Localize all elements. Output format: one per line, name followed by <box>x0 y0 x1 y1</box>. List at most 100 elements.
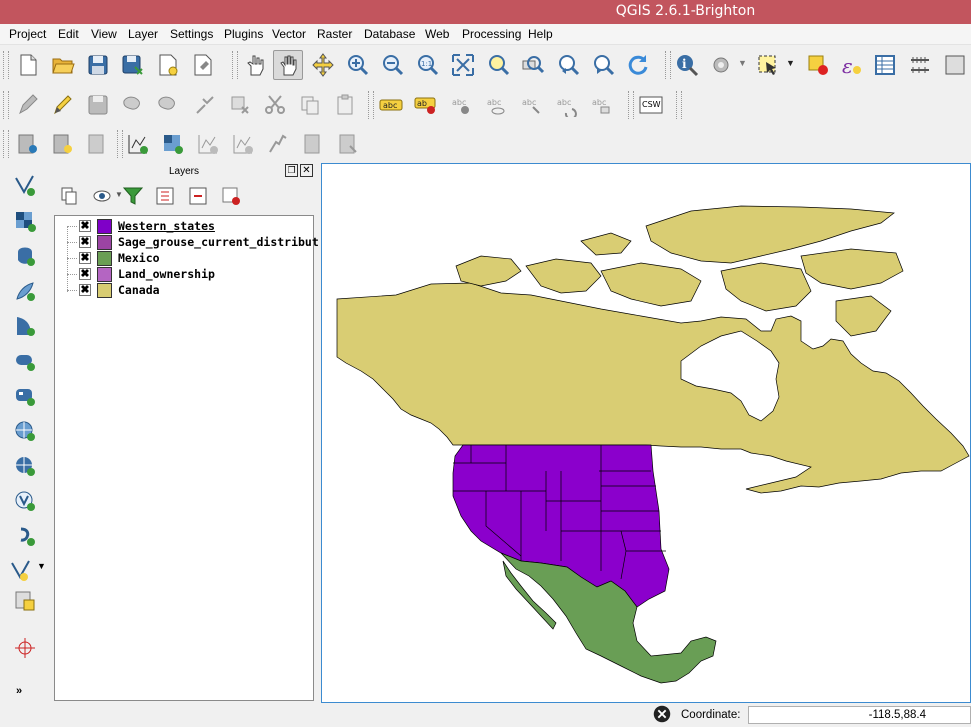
toolbar-grip[interactable] <box>676 91 682 119</box>
toolbar-grip[interactable] <box>117 130 123 158</box>
refresh-icon[interactable] <box>625 52 651 78</box>
zoom-out-icon[interactable] <box>380 52 406 78</box>
layer-visibility-checkbox[interactable]: ✖ <box>79 252 91 264</box>
add-delimited-icon[interactable] <box>265 131 291 157</box>
menu-web[interactable]: Web <box>425 27 449 41</box>
layer-visibility-checkbox[interactable]: ✖ <box>79 284 91 296</box>
float-panel-icon[interactable]: ❐ <box>285 164 298 177</box>
identify-icon[interactable]: i <box>674 52 700 78</box>
add-raster-icon[interactable] <box>160 131 186 157</box>
layer-name[interactable]: Mexico <box>118 251 160 265</box>
menu-help[interactable]: Help <box>528 27 553 41</box>
new-temporary-layer-icon[interactable] <box>12 588 38 614</box>
csw-button[interactable]: CSW <box>638 92 664 118</box>
layer-visibility-checkbox[interactable]: ✖ <box>79 236 91 248</box>
action-dropdown-icon[interactable]: ▼ <box>738 58 747 68</box>
add-wfs-layer-icon[interactable] <box>12 453 38 479</box>
add-wfs-icon[interactable] <box>230 131 256 157</box>
layer-visibility-checkbox[interactable]: ✖ <box>79 268 91 280</box>
field-calculator-icon[interactable]: ε <box>838 52 864 78</box>
menu-settings[interactable]: Settings <box>170 27 213 41</box>
save-project-icon[interactable] <box>85 52 111 78</box>
cut-features-icon[interactable] <box>262 92 288 118</box>
layer-row-canada[interactable]: ✖ Canada <box>55 282 313 298</box>
composer-manager-icon[interactable] <box>190 52 216 78</box>
zoom-actual-size-icon[interactable]: 1:1 <box>415 52 441 78</box>
add-vector-layer-icon[interactable] <box>12 173 38 199</box>
add-wms-icon[interactable] <box>195 131 221 157</box>
new-layer-dropdown-icon[interactable]: ▼ <box>37 561 46 571</box>
layer-name[interactable]: Western_states <box>118 219 215 233</box>
layer-name[interactable]: Canada <box>118 283 160 297</box>
layer-visibility-checkbox[interactable]: ✖ <box>79 220 91 232</box>
menu-vector[interactable]: Vector <box>272 27 306 41</box>
new-spatialite-icon[interactable] <box>50 131 76 157</box>
coordinate-field[interactable]: -118.5,88.4 <box>748 706 971 724</box>
menu-raster[interactable]: Raster <box>317 27 352 41</box>
new-print-composer-icon[interactable] <box>155 52 181 78</box>
add-vector-icon[interactable] <box>125 131 151 157</box>
move-feature-icon[interactable] <box>155 92 181 118</box>
pin-label-icon[interactable]: abc <box>448 92 474 118</box>
menu-plugins[interactable]: Plugins <box>224 27 263 41</box>
save-edits-icon[interactable] <box>85 92 111 118</box>
copy-features-icon[interactable] <box>297 92 323 118</box>
expand-all-icon[interactable] <box>152 183 178 209</box>
add-delimited-text-layer-icon[interactable] <box>12 488 38 514</box>
delete-selected-icon[interactable] <box>227 92 253 118</box>
toggle-editing-icon[interactable] <box>50 92 76 118</box>
menu-database[interactable]: Database <box>364 27 415 41</box>
add-mssql-layer-icon[interactable] <box>12 313 38 339</box>
add-virtual-layer-icon[interactable] <box>12 523 38 549</box>
coordinate-toggle-icon[interactable] <box>651 703 673 725</box>
zoom-last-icon[interactable] <box>555 52 581 78</box>
rotate-label-icon[interactable]: abc <box>553 92 579 118</box>
attribute-table-icon[interactable] <box>872 52 898 78</box>
menu-project[interactable]: Project <box>9 27 46 41</box>
layer-name[interactable]: Land_ownership <box>118 267 215 281</box>
add-wcs-layer-icon[interactable] <box>12 418 38 444</box>
remove-layer-icon[interactable] <box>218 183 244 209</box>
menu-edit[interactable]: Edit <box>58 27 79 41</box>
add-wms-layer-icon[interactable] <box>12 383 38 409</box>
new-project-icon[interactable] <box>15 52 41 78</box>
layer-labeling-icon[interactable]: ab <box>413 92 439 118</box>
menu-layer[interactable]: Layer <box>128 27 158 41</box>
gps-crosshair-icon[interactable] <box>12 635 38 661</box>
add-feature-icon[interactable] <box>120 92 146 118</box>
more-tools-icon[interactable]: » <box>16 685 22 697</box>
new-gpx-icon[interactable] <box>85 131 111 157</box>
close-panel-icon[interactable]: ✕ <box>300 164 313 177</box>
move-label-icon[interactable]: abc <box>518 92 544 118</box>
pan-icon[interactable] <box>273 50 303 80</box>
add-group-icon[interactable] <box>56 183 82 209</box>
measure-icon[interactable] <box>907 52 933 78</box>
current-edits-icon[interactable] <box>15 92 41 118</box>
toolbar-grip[interactable] <box>232 51 238 79</box>
zoom-next-icon[interactable] <box>590 52 616 78</box>
zoom-full-icon[interactable] <box>450 52 476 78</box>
add-oracle-icon[interactable] <box>335 131 361 157</box>
zoom-to-layer-icon[interactable] <box>520 52 546 78</box>
map-canvas[interactable] <box>321 163 971 703</box>
select-dropdown-icon[interactable]: ▼ <box>786 58 795 68</box>
toolbar-grip[interactable] <box>3 91 9 119</box>
touch-zoom-icon[interactable] <box>241 52 267 78</box>
action-icon[interactable] <box>708 52 734 78</box>
new-vector-layer-icon[interactable] <box>8 558 34 584</box>
add-oracle-layer-icon[interactable] <box>12 348 38 374</box>
paste-features-icon[interactable] <box>332 92 358 118</box>
change-label-icon[interactable]: abc <box>588 92 614 118</box>
toolbar-grip[interactable] <box>3 130 9 158</box>
layer-row-western-states[interactable]: ✖ Western_states <box>55 218 313 234</box>
filter-legend-icon[interactable] <box>120 183 146 209</box>
layer-row-sage-grouse[interactable]: ✖ Sage_grouse_current_distribut... <box>55 234 340 250</box>
node-tool-icon[interactable] <box>192 92 218 118</box>
menu-view[interactable]: View <box>91 27 117 41</box>
add-raster-layer-icon[interactable] <box>12 208 38 234</box>
new-shapefile-icon[interactable] <box>15 131 41 157</box>
manage-visibility-icon[interactable] <box>90 183 116 209</box>
add-postgis-layer-icon[interactable] <box>12 243 38 269</box>
open-project-icon[interactable] <box>50 52 76 78</box>
layer-name[interactable]: Sage_grouse_current_distribut... <box>118 235 340 249</box>
